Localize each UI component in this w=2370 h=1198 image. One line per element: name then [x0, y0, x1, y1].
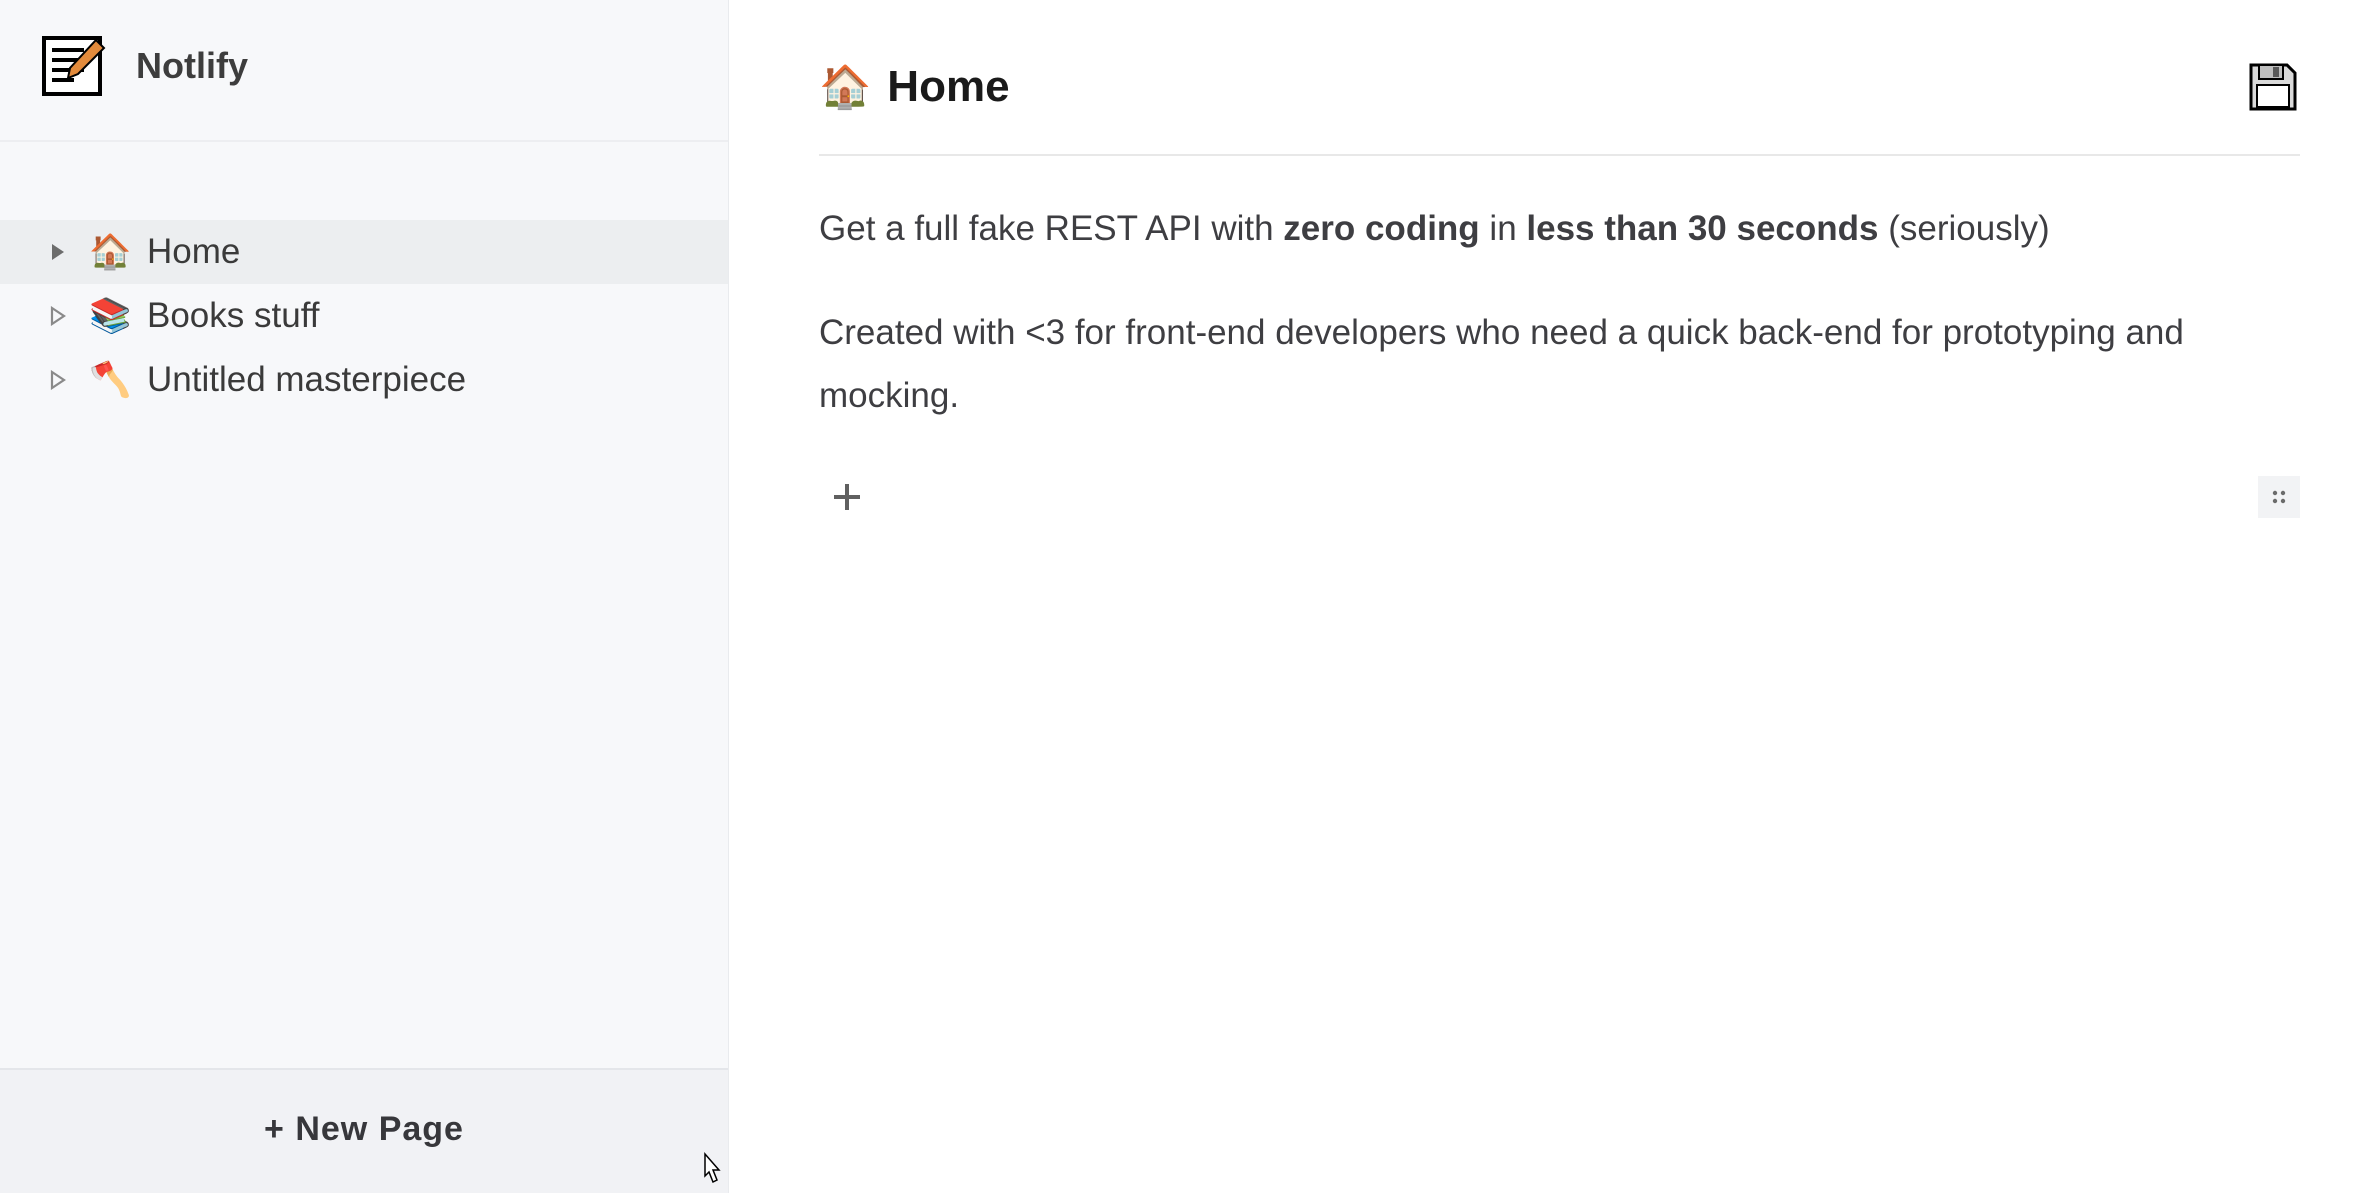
drag-handle-icon[interactable]	[2258, 476, 2300, 518]
page-title-wrap: 🏠 Home	[819, 62, 1010, 112]
sidebar-nav: 🏠 Home 📚 Books stuff 🪓 Untitled masterpiece	[0, 142, 728, 1068]
add-block-row	[819, 469, 2300, 525]
chevron-right-icon[interactable]	[45, 303, 71, 329]
add-block-button[interactable]	[819, 469, 875, 525]
chevron-right-icon[interactable]	[45, 239, 71, 265]
chevron-right-icon[interactable]	[45, 367, 71, 393]
sidebar-item-label: Untitled masterpiece	[147, 360, 466, 400]
page-title-emoji: 🏠	[819, 63, 871, 112]
main-content: 🏠 Home Get a full fake REST API with zer…	[729, 0, 2370, 1193]
new-page-label: + New Page	[264, 1110, 464, 1148]
text-segment: Created with <3 for front-end developers…	[819, 313, 2184, 414]
text-segment: (seriously)	[1879, 209, 2050, 248]
text-segment: less than 30 seconds	[1526, 209, 1878, 248]
sidebar-item-emoji: 📚	[89, 296, 129, 336]
paragraph-block[interactable]: Get a full fake REST API with zero codin…	[819, 198, 2300, 260]
sidebar-item-books-stuff[interactable]: 📚 Books stuff	[0, 284, 728, 348]
sidebar-item-emoji: 🏠	[89, 232, 129, 272]
new-page-button[interactable]: + New Page	[0, 1068, 728, 1193]
text-segment: Get a full fake REST API with	[819, 209, 1283, 248]
sidebar-item-untitled-masterpiece[interactable]: 🪓 Untitled masterpiece	[0, 348, 728, 412]
app-title: Notlify	[136, 45, 248, 87]
page-title[interactable]: Home	[887, 62, 1009, 112]
paragraph-block[interactable]: Created with <3 for front-end developers…	[819, 302, 2300, 427]
sidebar-item-emoji: 🪓	[89, 360, 129, 400]
text-segment: zero coding	[1283, 209, 1479, 248]
sidebar-header: Notlify	[0, 0, 728, 142]
text-segment: in	[1480, 209, 1527, 248]
sidebar-item-home[interactable]: 🏠 Home	[0, 220, 728, 284]
save-icon[interactable]	[2246, 60, 2300, 114]
sidebar-item-label: Home	[147, 232, 240, 272]
page-header: 🏠 Home	[819, 60, 2300, 156]
sidebar: Notlify 🏠 Home 📚 Books stuff 🪓 Untitled maste…	[0, 0, 729, 1193]
content-block[interactable]: Get a full fake REST API with zero codin…	[819, 198, 2300, 427]
sidebar-item-label: Books stuff	[147, 296, 320, 336]
app-logo-icon	[36, 30, 108, 102]
